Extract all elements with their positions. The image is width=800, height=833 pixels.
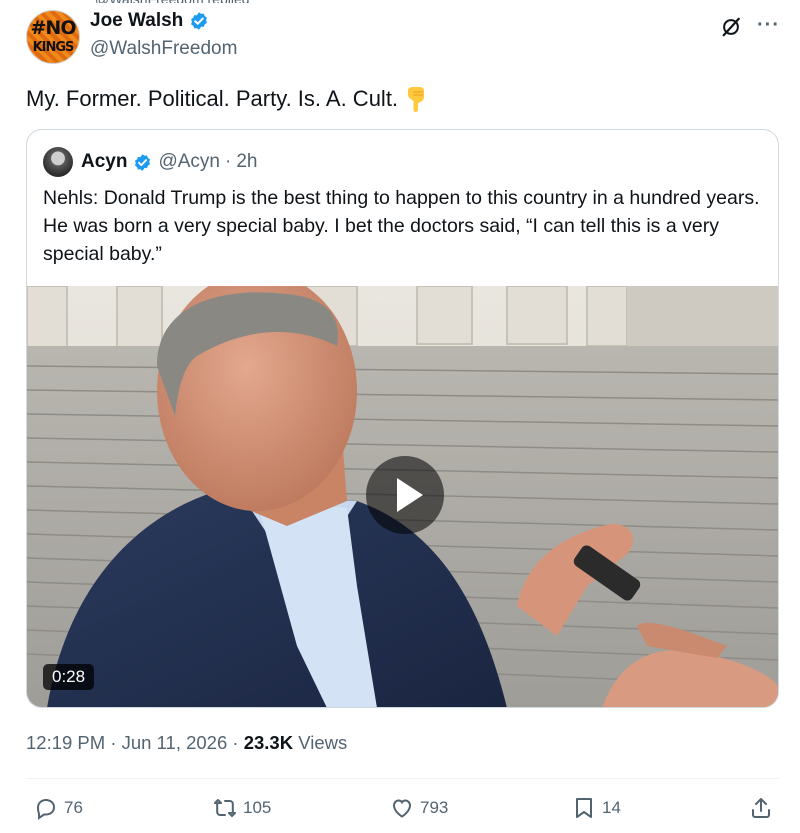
- quoted-author-handle[interactable]: @Acyn: [158, 151, 220, 173]
- quoted-tweet-header: Acyn @Acyn · 2h: [43, 147, 257, 177]
- quoted-timestamp[interactable]: 2h: [236, 151, 257, 173]
- verified-badge-icon: [135, 153, 151, 171]
- quoted-tweet-text: Nehls: Donald Trump is the best thing to…: [43, 187, 760, 265]
- quoted-author-avatar[interactable]: [43, 147, 73, 177]
- author-handle[interactable]: @WalshFreedom: [90, 38, 237, 60]
- like-icon: [392, 799, 412, 818]
- share-icon: [752, 798, 770, 818]
- tweet-meta: 12:19 PM · Jun 11, 2026 · 23.3K Views: [26, 732, 347, 754]
- meta-separator: ·: [110, 732, 117, 753]
- views-label: Views: [298, 732, 348, 753]
- quoted-tweet-card[interactable]: Acyn @Acyn · 2h Nehls: Donald Trump is t…: [26, 129, 779, 708]
- quoted-separator: ·: [225, 151, 232, 172]
- repost-icon: [214, 799, 236, 817]
- quoted-author-name[interactable]: Acyn: [81, 151, 127, 173]
- repost-button[interactable]: 105: [213, 796, 271, 820]
- divider: [26, 778, 779, 779]
- avatar-text-top: #NO: [30, 17, 77, 39]
- tweet-date[interactable]: Jun 11, 2026: [122, 732, 228, 753]
- repost-count: 105: [243, 798, 272, 817]
- point-down-emoji-icon: [408, 87, 425, 112]
- bookmark-icon: [576, 798, 592, 818]
- play-button[interactable]: [366, 456, 444, 534]
- reply-count: 76: [64, 798, 83, 817]
- verified-badge-icon: [191, 12, 208, 30]
- reply-icon: [36, 798, 56, 820]
- video-duration: 0:28: [43, 664, 95, 690]
- previous-context-clipped: @WalshFreedom replied: [95, 0, 305, 3]
- tweet-time[interactable]: 12:19 PM: [26, 732, 105, 753]
- author-avatar[interactable]: #NO KINGS: [26, 10, 80, 64]
- like-button[interactable]: 793: [390, 796, 448, 820]
- tweet-header: #NO KINGS Joe Walsh @WalshFreedom ···: [26, 8, 786, 66]
- action-bar: 76 105 793 14: [0, 796, 800, 828]
- avatar-text-bottom: KINGS: [32, 40, 75, 55]
- bookmark-button[interactable]: 14: [572, 796, 621, 820]
- tweet-body: My. Former. Political. Party. Is. A. Cul…: [26, 86, 428, 112]
- grok-icon[interactable]: [720, 16, 742, 38]
- reply-button[interactable]: 76: [34, 796, 83, 820]
- more-icon[interactable]: ···: [757, 14, 780, 37]
- video-player[interactable]: 0:28: [27, 286, 778, 707]
- like-count: 793: [420, 798, 449, 817]
- author-name[interactable]: Joe Walsh: [90, 10, 183, 32]
- share-button[interactable]: [749, 796, 779, 820]
- author-name-row: Joe Walsh: [90, 10, 209, 32]
- tweet-text: My. Former. Political. Party. Is. A. Cul…: [26, 86, 399, 111]
- views-count: 23.3K: [243, 732, 294, 753]
- meta-separator: ·: [232, 732, 239, 753]
- bookmark-count: 14: [602, 798, 621, 817]
